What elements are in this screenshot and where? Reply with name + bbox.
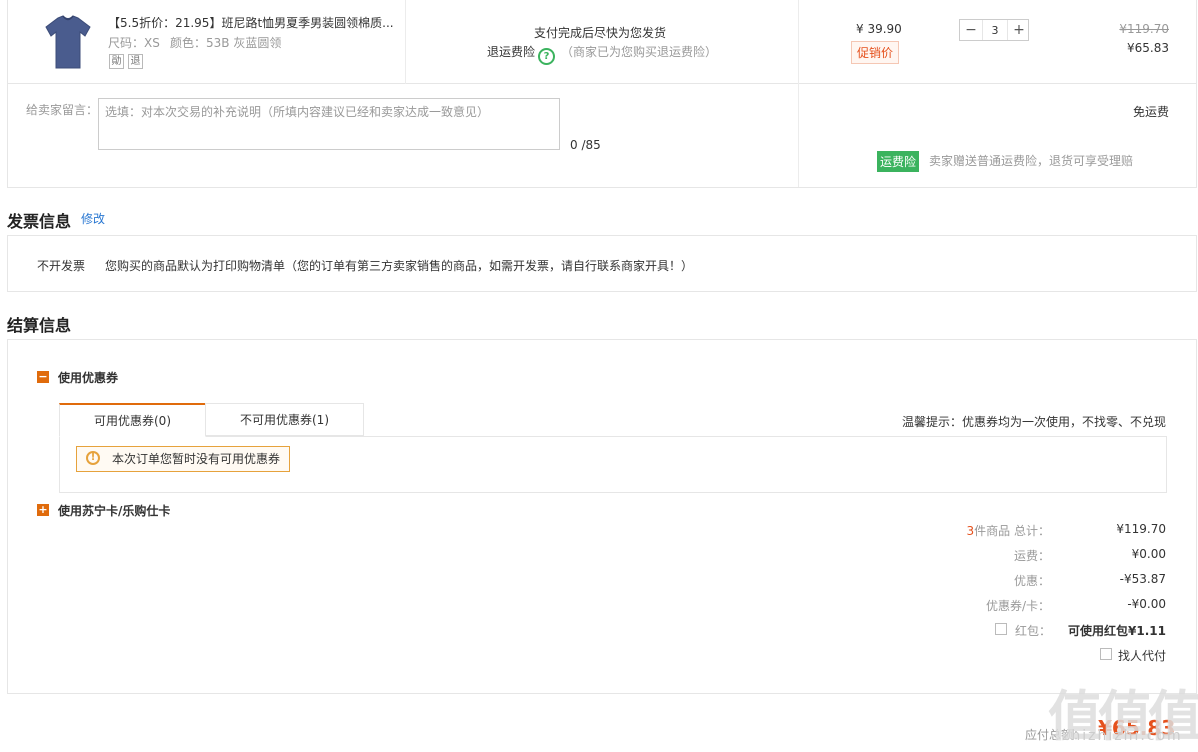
- summary-total: ¥119.70: [1116, 522, 1166, 536]
- product-cell-divider: [405, 0, 406, 84]
- quantity-stepper[interactable]: − +: [959, 19, 1029, 41]
- tab-available-coupons[interactable]: 可用优惠券(0): [59, 403, 206, 437]
- summary-discount-label: 优惠：: [1013, 574, 1050, 588]
- price-cell-divider: [798, 0, 799, 84]
- shipping-fee: 免运费: [1132, 105, 1169, 119]
- return-tag: 退: [128, 54, 143, 69]
- tab-unavailable-coupons[interactable]: 不可用优惠券(1): [205, 403, 364, 436]
- summary-coupon-label: 优惠券/卡：: [985, 599, 1050, 613]
- shipping-note: 支付完成后尽快为您发货: [534, 26, 667, 40]
- collapse-icon[interactable]: −: [37, 371, 49, 383]
- summary-freight: ¥0.00: [1131, 547, 1166, 561]
- product-size: 尺码：XS: [108, 36, 160, 50]
- summary-freight-label: 运费：: [1013, 549, 1050, 563]
- plus-icon[interactable]: +: [1008, 20, 1030, 40]
- product-service-tags: 勛退: [109, 53, 147, 69]
- product-title[interactable]: 【5.5折价：21.95】班尼路t恤男夏季男装圆领棉质...: [108, 14, 394, 31]
- card-section-title[interactable]: 使用苏宁卡/乐购仕卡: [58, 502, 170, 519]
- redpacket-checkbox[interactable]: [995, 623, 1007, 635]
- return-insurance-label: 退运费险: [487, 45, 536, 59]
- minus-icon[interactable]: −: [960, 20, 982, 40]
- return-insurance-note: （商家已为您购买退运费险）: [561, 45, 718, 59]
- no-coupon-text: 本次订单您暂时没有可用优惠券: [112, 452, 281, 466]
- expand-icon[interactable]: +: [37, 504, 49, 516]
- summary-discount: -¥53.87: [1119, 572, 1166, 586]
- summary-coupon: -¥0.00: [1127, 597, 1166, 611]
- return-insurance: 退运费险? （商家已为您购买退运费险）: [487, 43, 717, 65]
- settlement-section-title: 结算信息: [7, 316, 72, 335]
- original-total: ¥119.70: [1119, 22, 1169, 36]
- summary-total-label: 3件商品 总计：: [967, 522, 1050, 539]
- coupon-section-title[interactable]: 使用优惠券: [58, 369, 118, 386]
- coupon-tip: 温馨提示：优惠券均为一次使用，不找零、不兑现: [901, 415, 1166, 429]
- service-tag: 勛: [109, 54, 124, 69]
- settlement-box: [7, 339, 1197, 694]
- watermark-url: zhizhizhi.com: [1062, 728, 1183, 744]
- total-label-text: 件商品 总计：: [974, 524, 1050, 538]
- message-input[interactable]: [98, 98, 560, 150]
- proxy-pay-checkbox[interactable]: [1100, 648, 1112, 660]
- invoice-type: 不开发票: [37, 259, 86, 273]
- promo-badge: 促销价: [851, 41, 900, 64]
- warning-icon: !: [86, 451, 100, 465]
- freight-insurance-note: 卖家赠送普通运费险，退货可享受理赔: [929, 154, 1134, 168]
- product-color: 颜色：53B 灰蓝圆领: [170, 36, 282, 50]
- unit-price: ¥ 39.90: [856, 22, 902, 36]
- help-icon[interactable]: ?: [538, 48, 556, 65]
- quantity-input[interactable]: [982, 20, 1008, 40]
- redpacket-available: 可使用红包¥1.11: [1068, 624, 1166, 638]
- redpacket-label: 红包：: [1015, 624, 1052, 638]
- proxy-pay-label[interactable]: 找人代付: [1118, 647, 1166, 664]
- message-counter: 0 /85: [570, 138, 601, 152]
- invoice-note: 您购买的商品默认为打印购物清单（您的订单有第三方卖家销售的商品，如需开发票，请自…: [105, 259, 694, 273]
- product-thumbnail[interactable]: [44, 14, 92, 70]
- invoice-edit-link[interactable]: 修改: [81, 210, 105, 227]
- no-coupon-notice: ! 本次订单您暂时没有可用优惠券: [76, 446, 290, 472]
- item-subtotal: ¥65.83: [1127, 41, 1169, 55]
- message-label: 给卖家留言：: [26, 103, 99, 117]
- invoice-section-title: 发票信息: [7, 212, 72, 231]
- message-divider: [798, 84, 799, 187]
- freight-insurance-badge: 运费险: [877, 151, 920, 172]
